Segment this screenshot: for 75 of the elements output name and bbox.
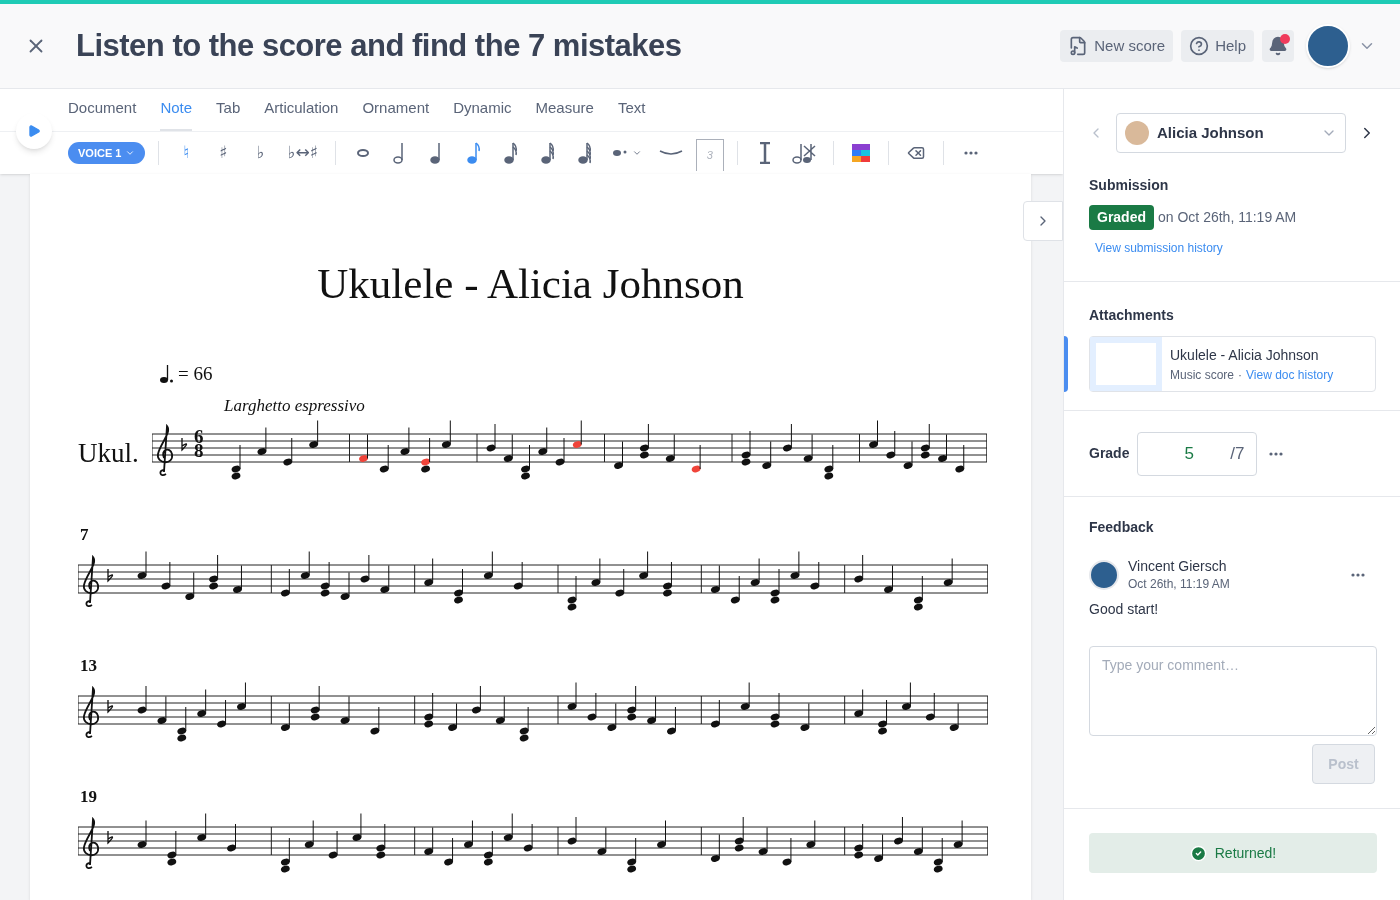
- sixteenth-note-icon: [503, 141, 518, 165]
- backspace-icon: [906, 144, 925, 162]
- caret-icon: [631, 148, 642, 158]
- toolbar-tab[interactable]: Text: [617, 96, 646, 131]
- toolbar-tab[interactable]: Document: [68, 96, 137, 131]
- help-icon: [1189, 36, 1210, 56]
- music-document-icon: [1068, 36, 1089, 56]
- accidental-tool[interactable]: ♭↔♯: [283, 137, 322, 169]
- graded-badge: Graded: [1089, 205, 1154, 230]
- section-heading: Feedback: [1089, 518, 1155, 537]
- section-heading: Submission: [1089, 176, 1170, 195]
- section-heading: Attachments: [1088, 306, 1175, 325]
- more-icon: [1269, 451, 1284, 456]
- comment-text: Good start!: [1089, 600, 1160, 619]
- notifications-button[interactable]: [1262, 30, 1294, 62]
- toolbar-tab[interactable]: Measure: [535, 96, 594, 131]
- dotted-note-icon: [611, 148, 628, 158]
- attachment-name: Ukulele - Alicia Johnson: [1170, 345, 1320, 365]
- accidental-tool[interactable]: ♮: [172, 137, 201, 169]
- submission-history-link[interactable]: View submission history: [1095, 239, 1375, 257]
- more-icon: [963, 151, 978, 155]
- grade-label: Grade: [1089, 444, 1130, 463]
- toolbar-tab[interactable]: Ornament: [362, 96, 430, 131]
- commenter-avatar: [1089, 560, 1119, 590]
- student-avatar: [1125, 121, 1149, 145]
- new-score-button[interactable]: New score: [1060, 30, 1174, 62]
- caret-icon: [125, 148, 136, 158]
- thirty-second-note-icon: [540, 141, 555, 165]
- comment-author: Vincent Giersch: [1128, 557, 1228, 575]
- comment-input[interactable]: Type your comment…: [1089, 646, 1377, 736]
- returned-label: Returned!: [1214, 843, 1277, 863]
- more-button[interactable]: [1269, 451, 1284, 456]
- expression-marking: Larghetto espressivo: [224, 394, 365, 417]
- toolbar-tab[interactable]: Dynamic: [453, 96, 512, 131]
- attachment-type: Music score: [1170, 366, 1234, 384]
- comment-more-button[interactable]: [1351, 573, 1365, 577]
- toolbar-tab[interactable]: Note: [160, 96, 193, 131]
- voice-dropdown[interactable]: VOICE 1: [68, 142, 146, 164]
- sixty-fourth-note-icon: [577, 141, 592, 165]
- separator: ·: [1238, 366, 1242, 384]
- time-signature-bottom: 8: [194, 444, 204, 458]
- submission-date: on Oct 26th, 11:19 AM: [1158, 208, 1297, 227]
- score-title: Ukulele - Alicia Johnson: [317, 262, 744, 305]
- bell-icon: [1268, 36, 1288, 56]
- dotted-quarter-note-icon: [160, 364, 174, 385]
- tempo-marking: = 66: [178, 362, 213, 386]
- crossed-note-icon: [791, 142, 816, 164]
- comment-time: Oct 26th, 11:19 AM: [1128, 576, 1230, 593]
- measure-number: 13: [80, 657, 97, 674]
- eighth-note-icon: [466, 141, 481, 165]
- grade-field[interactable]: 5 /7: [1137, 431, 1258, 476]
- attachment-card[interactable]: Ukulele - Alicia Johnson Music score · View doc history: [1089, 336, 1376, 392]
- user-avatar[interactable]: [1306, 24, 1350, 68]
- accidental-tool[interactable]: ♯: [209, 137, 238, 169]
- student-selector[interactable]: Alicia Johnson: [1116, 113, 1346, 153]
- grade-total: /7: [1230, 442, 1245, 465]
- measure-number: 19: [80, 788, 97, 805]
- help-button[interactable]: Help: [1181, 30, 1254, 62]
- grade-value: 5: [1184, 442, 1194, 465]
- accidental-tool[interactable]: ♭: [246, 137, 275, 169]
- tie-icon: [658, 149, 683, 157]
- check-circle-icon: [1189, 844, 1207, 862]
- page-title: Listen to the score and find the 7 mistakes: [76, 26, 682, 65]
- doc-history-link[interactable]: View doc history: [1246, 365, 1334, 384]
- play-icon: [27, 124, 41, 138]
- instrument-label: Ukul.: [78, 436, 140, 470]
- toolbar-tab[interactable]: Articulation: [264, 96, 339, 131]
- toolbar-tab[interactable]: Tab: [216, 96, 241, 131]
- measure-number: 7: [80, 526, 89, 543]
- text-cursor-icon: [758, 142, 771, 164]
- whole-note-icon: [356, 149, 369, 157]
- time-signature-top: 6: [194, 430, 204, 444]
- color-palette-icon: [851, 144, 870, 162]
- more-icon: [1351, 573, 1365, 577]
- score-thumbnail: [1090, 337, 1162, 391]
